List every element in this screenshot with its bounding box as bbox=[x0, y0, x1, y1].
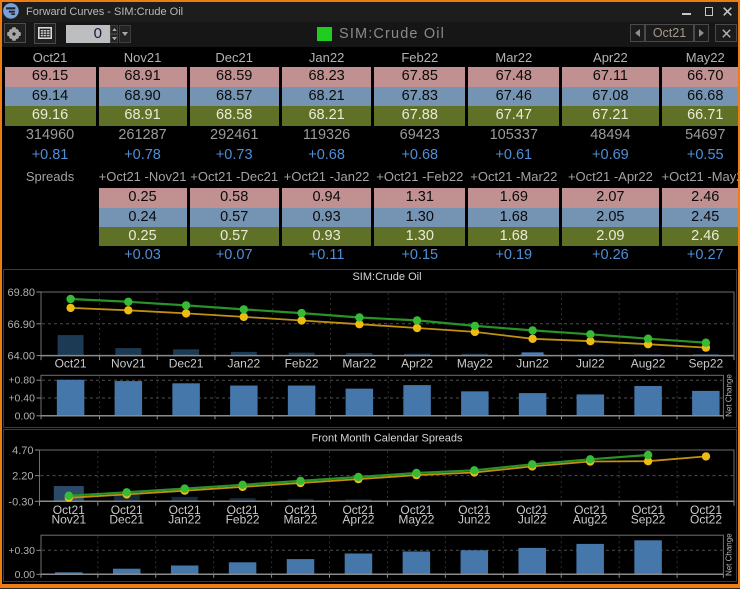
svg-text:4.70: 4.70 bbox=[12, 445, 33, 457]
svg-text:-0.30: -0.30 bbox=[8, 496, 33, 508]
svg-text:Net Change: Net Change bbox=[725, 533, 734, 576]
svg-text:Apr22: Apr22 bbox=[342, 513, 374, 527]
svg-text:SIM:Crude Oil: SIM:Crude Oil bbox=[352, 271, 421, 283]
svg-text:Front Month Calendar Spreads: Front Month Calendar Spreads bbox=[311, 433, 463, 445]
svg-text:Apr22: Apr22 bbox=[401, 357, 433, 371]
svg-text:0.00: 0.00 bbox=[15, 410, 36, 422]
svg-text:Jan22: Jan22 bbox=[227, 357, 260, 371]
svg-text:Oct21: Oct21 bbox=[55, 357, 87, 371]
svg-text:2.20: 2.20 bbox=[12, 471, 33, 483]
svg-text:Feb22: Feb22 bbox=[285, 357, 319, 371]
svg-text:May22: May22 bbox=[398, 513, 434, 527]
svg-text:Feb22: Feb22 bbox=[226, 513, 260, 527]
svg-text:69.80: 69.80 bbox=[7, 287, 35, 299]
svg-text:Oct22: Oct22 bbox=[690, 513, 722, 527]
svg-text:Dec21: Dec21 bbox=[169, 357, 204, 371]
svg-text:Nov21: Nov21 bbox=[111, 357, 146, 371]
svg-text:Mar22: Mar22 bbox=[284, 513, 318, 527]
svg-text:Jul22: Jul22 bbox=[576, 357, 605, 371]
svg-text:Jun22: Jun22 bbox=[458, 513, 491, 527]
svg-text:Jan22: Jan22 bbox=[168, 513, 201, 527]
svg-text:Jun22: Jun22 bbox=[516, 357, 549, 371]
svg-text:66.90: 66.90 bbox=[7, 319, 35, 331]
svg-text:Aug22: Aug22 bbox=[573, 513, 608, 527]
svg-text:Aug22: Aug22 bbox=[631, 357, 666, 371]
svg-text:Sep22: Sep22 bbox=[631, 513, 666, 527]
svg-text:Net Change: Net Change bbox=[725, 374, 734, 417]
svg-text:Nov21: Nov21 bbox=[51, 513, 86, 527]
svg-text:+0.40: +0.40 bbox=[8, 393, 35, 405]
svg-text:+0.80: +0.80 bbox=[8, 375, 35, 387]
svg-text:Jul22: Jul22 bbox=[518, 513, 547, 527]
svg-text:May22: May22 bbox=[457, 357, 493, 371]
svg-text:Dec21: Dec21 bbox=[109, 513, 144, 527]
svg-text:64.00: 64.00 bbox=[7, 351, 35, 363]
svg-text:Mar22: Mar22 bbox=[342, 357, 376, 371]
svg-text:0.00: 0.00 bbox=[15, 569, 36, 581]
svg-text:+0.30: +0.30 bbox=[8, 545, 35, 557]
svg-text:Sep22: Sep22 bbox=[688, 357, 723, 371]
